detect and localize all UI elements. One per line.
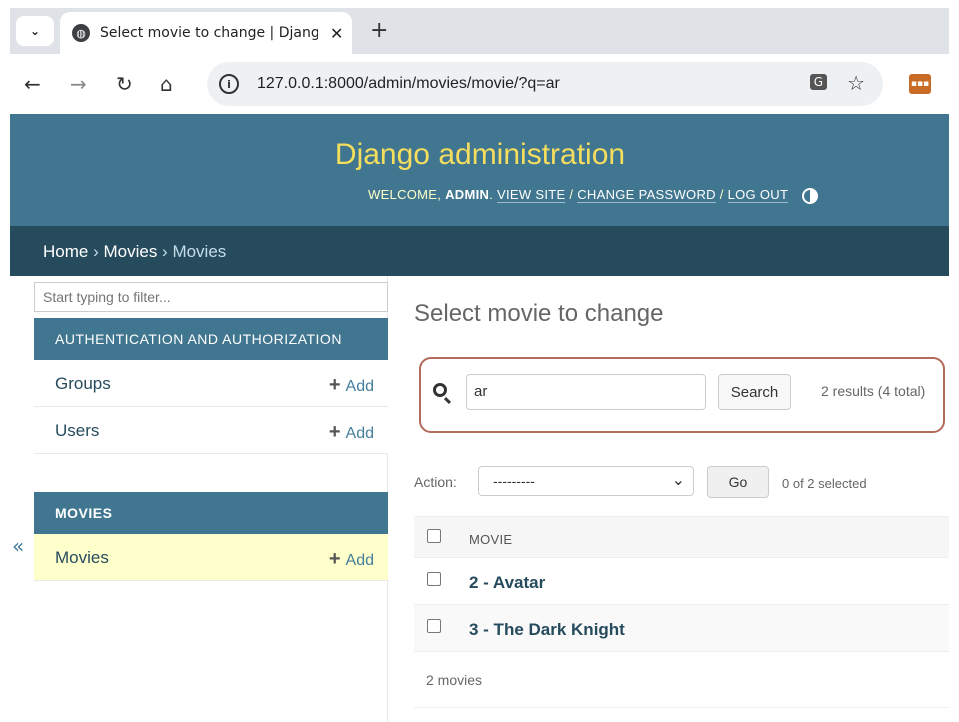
breadcrumb-current: Movies — [172, 242, 227, 261]
page-title: Select movie to change — [414, 300, 664, 327]
action-selected-value: --------- — [493, 473, 535, 489]
collapse-sidebar-icon[interactable]: « — [12, 534, 24, 558]
welcome-text: WELCOME, — [368, 187, 442, 202]
new-tab-button[interactable]: + — [370, 18, 388, 43]
tab-close-icon[interactable]: ✕ — [330, 24, 343, 43]
site-info-icon[interactable]: i — [219, 74, 239, 94]
search-button[interactable]: Search — [718, 374, 791, 410]
column-header-movie[interactable]: MOVIE — [469, 532, 512, 547]
search-input[interactable]: ar — [466, 374, 706, 410]
log-out-link[interactable]: LOG OUT — [727, 187, 788, 203]
table-header: MOVIE — [414, 516, 949, 558]
admin-header: Django administration WELCOME, ADMIN. VI… — [10, 114, 949, 226]
tab-search-chevron-icon[interactable]: ⌄ — [16, 16, 54, 46]
movie-link[interactable]: 2 - Avatar — [469, 573, 545, 593]
view-site-link[interactable]: VIEW SITE — [497, 187, 566, 203]
sidebar-item-movies[interactable]: Movies + Add — [34, 534, 388, 581]
sidebar-item-users[interactable]: Users + Add — [34, 407, 388, 454]
breadcrumb: Home › Movies › Movies — [10, 226, 949, 276]
table-row: 2 - Avatar — [414, 558, 949, 605]
search-icon — [433, 383, 447, 397]
plus-icon: + — [328, 548, 341, 570]
action-label: Action: — [414, 474, 457, 490]
go-button[interactable]: Go — [707, 466, 769, 498]
globe-icon: ◍ — [72, 24, 90, 42]
app-caption-auth[interactable]: AUTHENTICATION AND AUTHORIZATION — [34, 318, 388, 360]
extension-icon[interactable]: ▪▪▪ — [909, 74, 931, 94]
movie-link[interactable]: 3 - The Dark Knight — [469, 620, 625, 640]
url-text[interactable]: 127.0.0.1:8000/admin/movies/movie/?q=ar — [257, 75, 560, 93]
row-checkbox[interactable] — [427, 572, 441, 586]
nav-sidebar: AUTHENTICATION AND AUTHORIZATION Groups … — [34, 276, 388, 722]
forward-arrow-icon[interactable]: → — [70, 72, 87, 96]
browser-tab-bar: ⌄ ◍ Select movie to change | Djang ✕ + — [10, 8, 949, 54]
browser-toolbar: ← → ↻ ⌂ i 127.0.0.1:8000/admin/movies/mo… — [10, 54, 949, 114]
app-caption-movies[interactable]: MOVIES — [34, 492, 388, 534]
result-list: MOVIE 2 - Avatar 3 - The Dark Knight — [414, 516, 949, 652]
sidebar-item-groups[interactable]: Groups + Add — [34, 360, 388, 407]
search-result-count: 2 results (4 total) — [821, 383, 926, 399]
sidebar-item-label[interactable]: Groups — [55, 374, 111, 394]
bookmark-star-icon[interactable]: ☆ — [847, 71, 865, 95]
action-counter: 0 of 2 selected — [782, 476, 867, 491]
site-branding[interactable]: Django administration — [265, 138, 695, 172]
paginator: 2 movies — [414, 654, 949, 708]
nav-filter-input[interactable] — [34, 282, 388, 312]
theme-toggle-icon[interactable] — [801, 187, 818, 204]
translate-icon[interactable]: G — [809, 74, 827, 90]
sidebar-item-label[interactable]: Users — [55, 421, 99, 441]
back-arrow-icon[interactable]: ← — [24, 72, 41, 96]
plus-icon: + — [328, 421, 341, 443]
reload-icon[interactable]: ↻ — [116, 72, 133, 96]
add-movie-button[interactable]: + Add — [329, 548, 374, 571]
changelist-search: ar Search 2 results (4 total) — [419, 357, 945, 433]
tab-title: Select movie to change | Djang — [100, 25, 318, 41]
table-row: 3 - The Dark Knight — [414, 605, 949, 652]
home-icon[interactable]: ⌂ — [160, 72, 173, 96]
address-bar[interactable]: i 127.0.0.1:8000/admin/movies/movie/?q=a… — [207, 62, 883, 106]
add-group-button[interactable]: + Add — [329, 374, 374, 397]
add-user-button[interactable]: + Add — [329, 421, 374, 444]
change-password-link[interactable]: CHANGE PASSWORD — [577, 187, 716, 203]
breadcrumb-app[interactable]: Movies — [103, 242, 157, 261]
browser-tab[interactable]: ◍ Select movie to change | Djang ✕ — [60, 12, 352, 54]
plus-icon: + — [328, 374, 341, 396]
breadcrumb-home[interactable]: Home — [43, 242, 88, 261]
user-tools: WELCOME, ADMIN. VIEW SITE / CHANGE PASSW… — [368, 187, 818, 204]
row-checkbox[interactable] — [427, 619, 441, 633]
action-select[interactable]: --------- ⌄ — [478, 466, 694, 496]
chevron-down-icon: ⌄ — [671, 472, 685, 489]
sidebar-item-label[interactable]: Movies — [55, 548, 109, 568]
select-all-checkbox[interactable] — [427, 529, 441, 543]
username: ADMIN — [445, 187, 490, 202]
